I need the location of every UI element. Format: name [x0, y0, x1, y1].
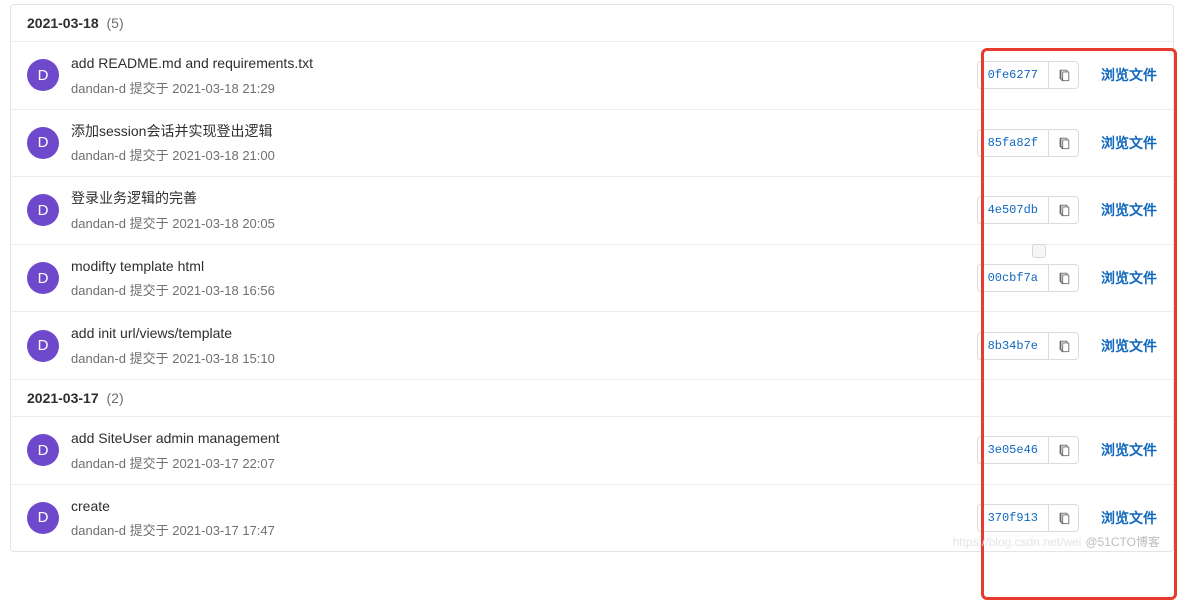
commit-meta: dandan-d 提交于 2021-03-18 21:00	[71, 145, 977, 164]
avatar[interactable]: D	[27, 330, 59, 362]
browse-files-link[interactable]: 浏览文件	[1101, 268, 1157, 288]
sha-badge[interactable]: 3e05e46	[977, 436, 1049, 464]
commit-author[interactable]: dandan-d	[71, 283, 126, 298]
browse-files-link[interactable]: 浏览文件	[1101, 65, 1157, 85]
commit-time: 2021-03-18 16:56	[172, 283, 275, 298]
sha-badge[interactable]: 8b34b7e	[977, 332, 1049, 360]
copy-sha-button[interactable]	[1049, 264, 1079, 292]
copy-icon	[1057, 68, 1071, 82]
commit-title[interactable]: 登录业务逻辑的完善	[71, 189, 977, 209]
copy-sha-button[interactable]	[1049, 436, 1079, 464]
avatar[interactable]: D	[27, 434, 59, 466]
commit-author[interactable]: dandan-d	[71, 523, 126, 538]
sha-badge[interactable]: 0fe6277	[977, 61, 1049, 89]
commit-list-panel: 2021-03-18 (5) D add README.md and requi…	[10, 4, 1174, 552]
copy-sha-button[interactable]	[1049, 129, 1079, 157]
group-count: (2)	[107, 390, 124, 406]
copy-icon	[1057, 136, 1071, 150]
scroll-marker-icon	[1032, 244, 1046, 258]
avatar[interactable]: D	[27, 127, 59, 159]
commit-row: D modifty template html dandan-d 提交于 202…	[11, 244, 1173, 312]
commit-time: 2021-03-17 22:07	[172, 456, 275, 471]
commit-row: D add init url/views/template dandan-d 提…	[11, 311, 1173, 379]
sha-badge[interactable]: 00cbf7a	[977, 264, 1049, 292]
commit-author[interactable]: dandan-d	[71, 351, 126, 366]
commit-verb: 提交于	[130, 456, 169, 471]
commit-verb: 提交于	[130, 283, 169, 298]
date-group-header: 2021-03-18 (5)	[11, 5, 1173, 41]
copy-icon	[1057, 443, 1071, 457]
commit-row: D create dandan-d 提交于 2021-03-17 17:47 3…	[11, 484, 1173, 552]
commit-meta: dandan-d 提交于 2021-03-18 16:56	[71, 280, 977, 299]
group-date: 2021-03-17	[27, 390, 99, 406]
commit-time: 2021-03-18 15:10	[172, 351, 275, 366]
commit-verb: 提交于	[130, 523, 169, 538]
commit-author[interactable]: dandan-d	[71, 81, 126, 96]
commit-row: D add SiteUser admin management dandan-d…	[11, 416, 1173, 484]
commit-time: 2021-03-18 21:00	[172, 148, 275, 163]
avatar[interactable]: D	[27, 194, 59, 226]
commit-row: D 登录业务逻辑的完善 dandan-d 提交于 2021-03-18 20:0…	[11, 176, 1173, 244]
copy-sha-button[interactable]	[1049, 61, 1079, 89]
commit-row: D 添加session会话并实现登出逻辑 dandan-d 提交于 2021-0…	[11, 109, 1173, 177]
commit-title[interactable]: 添加session会话并实现登出逻辑	[71, 122, 977, 142]
sha-badge[interactable]: 4e507db	[977, 196, 1049, 224]
commit-title[interactable]: modifty template html	[71, 257, 977, 277]
browse-files-link[interactable]: 浏览文件	[1101, 440, 1157, 460]
avatar[interactable]: D	[27, 59, 59, 91]
commit-row: D add README.md and requirements.txt dan…	[11, 41, 1173, 109]
browse-files-link[interactable]: 浏览文件	[1101, 336, 1157, 356]
copy-icon	[1057, 339, 1071, 353]
commit-title[interactable]: add README.md and requirements.txt	[71, 54, 977, 74]
browse-files-link[interactable]: 浏览文件	[1101, 508, 1157, 528]
commit-title[interactable]: add init url/views/template	[71, 324, 977, 344]
commit-author[interactable]: dandan-d	[71, 456, 126, 471]
avatar[interactable]: D	[27, 502, 59, 534]
group-date: 2021-03-18	[27, 15, 99, 31]
commit-meta: dandan-d 提交于 2021-03-18 21:29	[71, 78, 977, 97]
browse-files-link[interactable]: 浏览文件	[1101, 200, 1157, 220]
commit-time: 2021-03-18 20:05	[172, 216, 275, 231]
copy-icon	[1057, 203, 1071, 217]
commit-title[interactable]: create	[71, 497, 977, 517]
sha-badge[interactable]: 85fa82f	[977, 129, 1049, 157]
copy-sha-button[interactable]	[1049, 196, 1079, 224]
commit-meta: dandan-d 提交于 2021-03-18 15:10	[71, 348, 977, 367]
commit-time: 2021-03-18 21:29	[172, 81, 275, 96]
commit-author[interactable]: dandan-d	[71, 148, 126, 163]
date-group-header: 2021-03-17 (2)	[11, 379, 1173, 416]
avatar[interactable]: D	[27, 262, 59, 294]
commit-time: 2021-03-17 17:47	[172, 523, 275, 538]
browse-files-link[interactable]: 浏览文件	[1101, 133, 1157, 153]
commit-verb: 提交于	[130, 351, 169, 366]
commit-verb: 提交于	[130, 216, 169, 231]
copy-icon	[1057, 271, 1071, 285]
commit-meta: dandan-d 提交于 2021-03-17 17:47	[71, 520, 977, 539]
commit-meta: dandan-d 提交于 2021-03-17 22:07	[71, 453, 977, 472]
commit-author[interactable]: dandan-d	[71, 216, 126, 231]
copy-sha-button[interactable]	[1049, 332, 1079, 360]
group-count: (5)	[107, 15, 124, 31]
sha-badge[interactable]: 370f913	[977, 504, 1049, 532]
commit-verb: 提交于	[130, 81, 169, 96]
copy-icon	[1057, 511, 1071, 525]
copy-sha-button[interactable]	[1049, 504, 1079, 532]
commit-meta: dandan-d 提交于 2021-03-18 20:05	[71, 213, 977, 232]
commit-title[interactable]: add SiteUser admin management	[71, 429, 977, 449]
commit-verb: 提交于	[130, 148, 169, 163]
